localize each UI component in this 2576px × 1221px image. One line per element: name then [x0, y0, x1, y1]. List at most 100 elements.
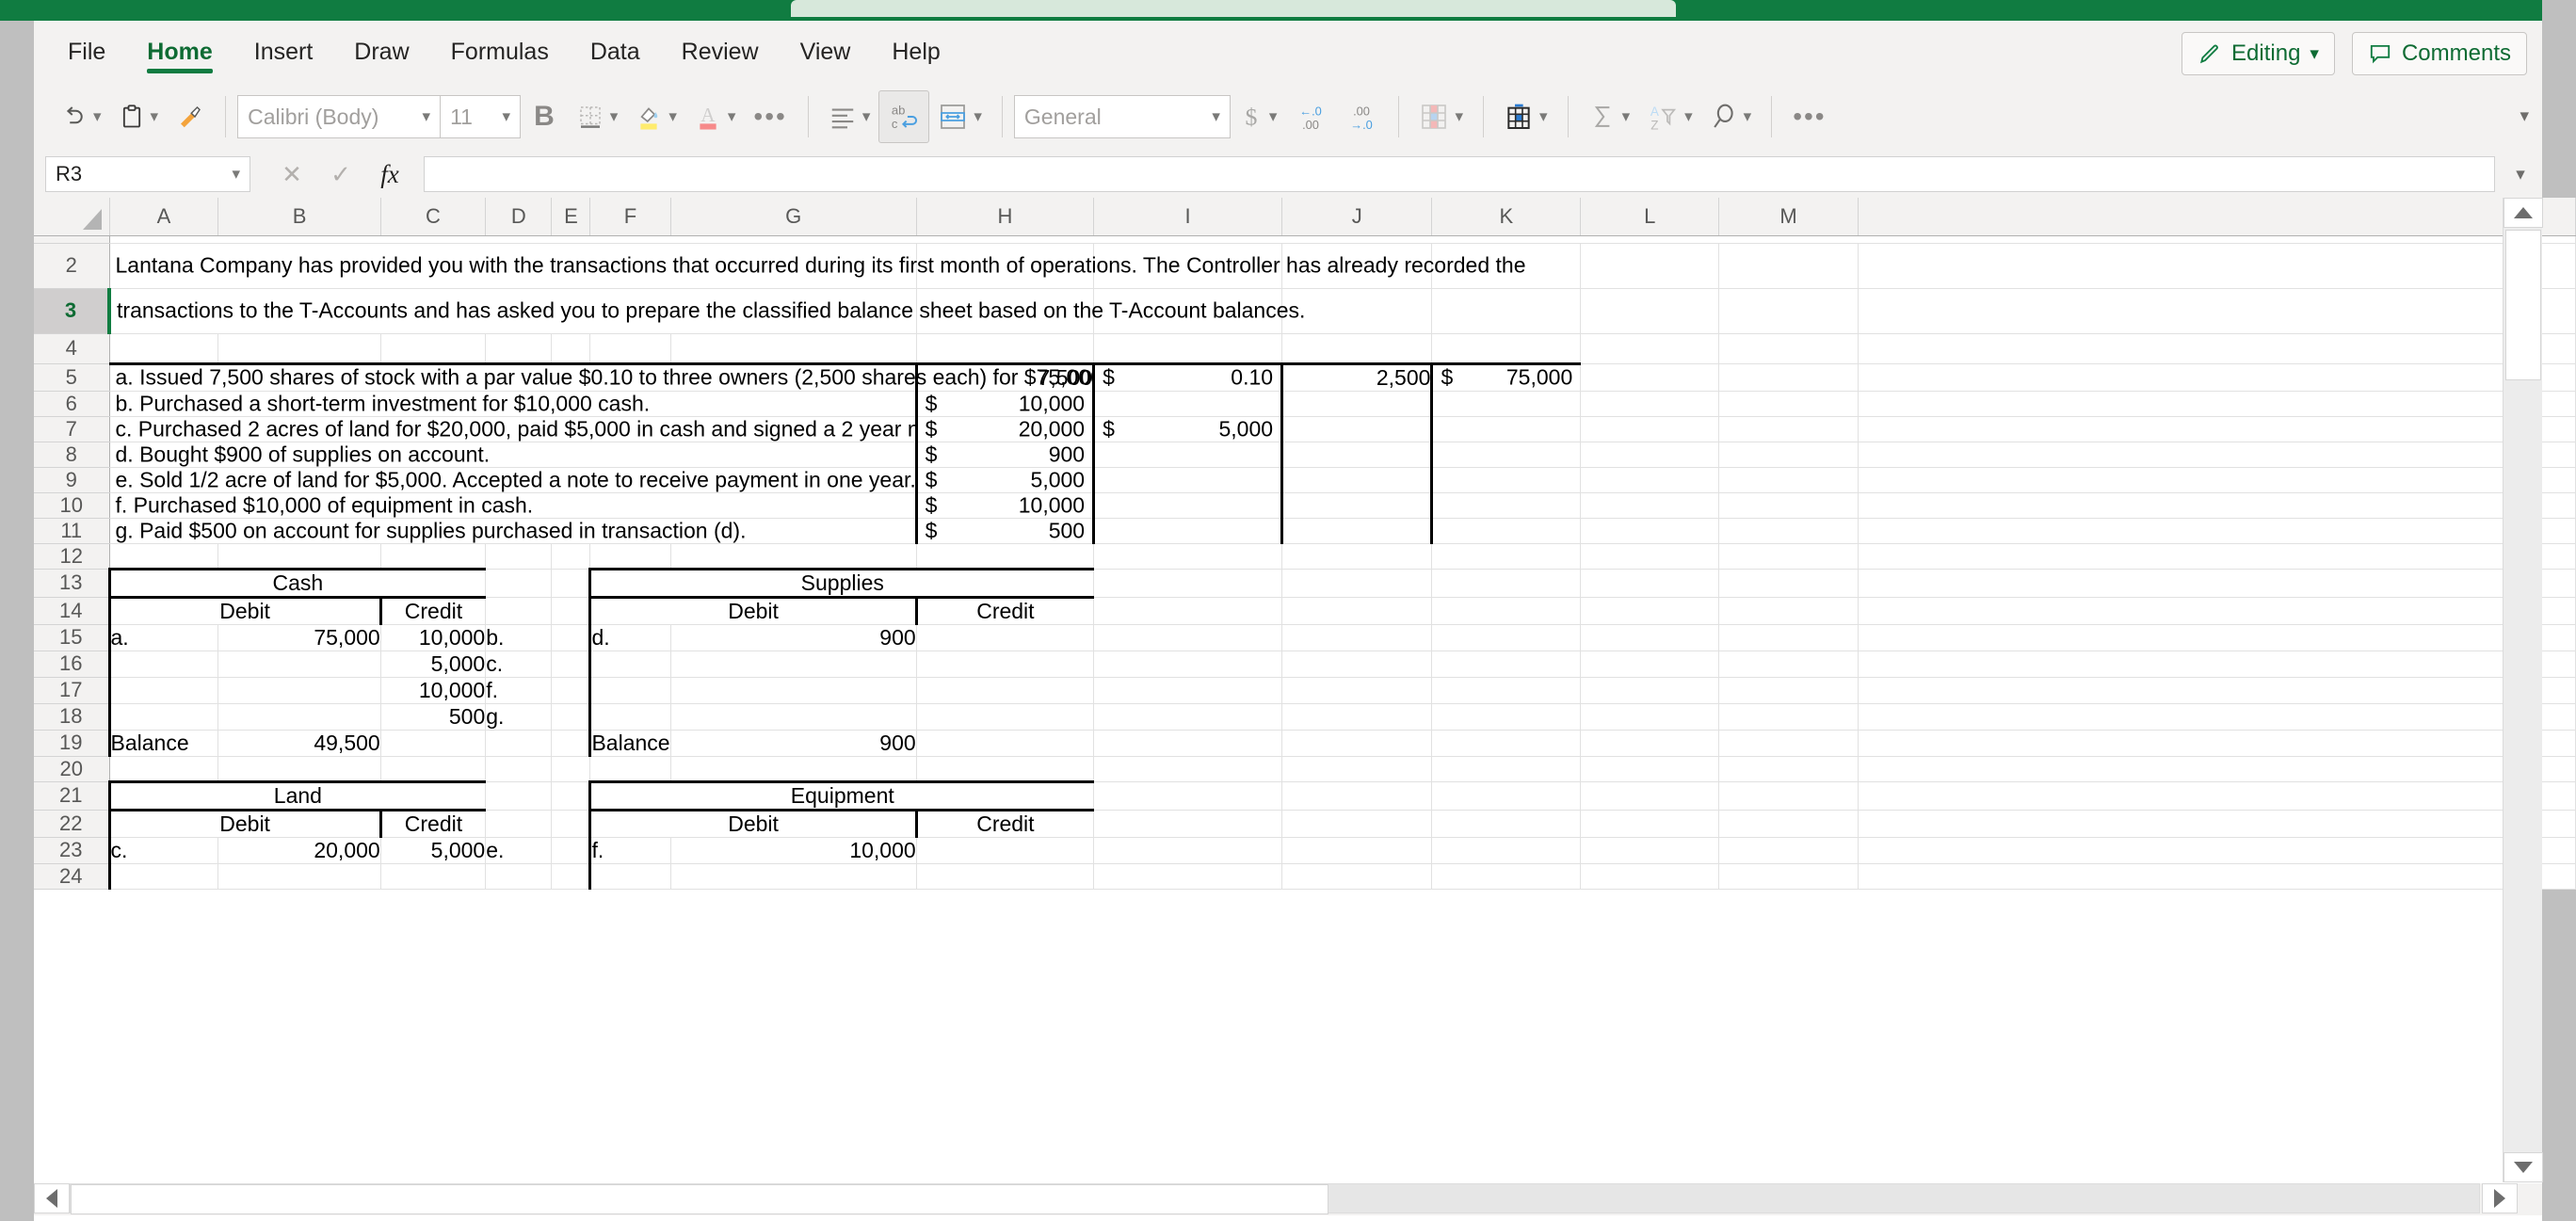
column-header-d[interactable]: D — [486, 198, 552, 235]
cell-m14[interactable] — [1719, 597, 1858, 624]
column-header-h[interactable]: H — [916, 198, 1093, 235]
cell-sup-d-ref-2[interactable] — [590, 651, 670, 677]
column-header-i[interactable]: I — [1094, 198, 1282, 235]
horizontal-scrollbar[interactable] — [34, 1183, 2542, 1215]
cell-sup-c-ref-3[interactable] — [1094, 677, 1282, 703]
cell-cash-balance-debit[interactable]: 49,500 — [218, 730, 380, 756]
cell-c20[interactable] — [380, 756, 486, 781]
cell-cash-d-ref-3[interactable] — [109, 677, 218, 703]
row-header-7[interactable]: 7 — [34, 416, 109, 442]
cell-l13[interactable] — [1581, 569, 1719, 597]
cell-k12[interactable] — [1432, 543, 1581, 569]
row-header-2[interactable]: 2 — [34, 243, 109, 288]
cell-l19[interactable] — [1581, 730, 1719, 756]
cell-sup-c-val-4[interactable] — [916, 703, 1093, 730]
cell-h12[interactable] — [916, 543, 1093, 569]
cell-a10[interactable]: f. Purchased $10,000 of equipment in cas… — [109, 492, 916, 518]
cell-j21[interactable] — [1282, 781, 1432, 810]
cell-m15[interactable] — [1719, 624, 1858, 651]
cell-m19[interactable] — [1719, 730, 1858, 756]
cell-e21[interactable] — [552, 781, 590, 810]
cell-i8[interactable] — [1094, 442, 1282, 467]
cell-k5[interactable]: $ 75,000 — [1432, 363, 1581, 391]
cell-land-credit-header[interactable]: Credit — [380, 810, 486, 837]
cell-j15[interactable] — [1282, 624, 1432, 651]
cell-m21[interactable] — [1719, 781, 1858, 810]
cell-j12[interactable] — [1282, 543, 1432, 569]
confirm-icon[interactable]: ✓ — [316, 156, 365, 192]
decrease-decimal-button[interactable]: .00 →.0 — [1336, 90, 1387, 143]
cell-sup-balance-spacer[interactable] — [1094, 730, 1282, 756]
cell-eq-c-val-1[interactable] — [916, 837, 1093, 863]
vertical-scrollbar[interactable] — [2503, 198, 2542, 1182]
cell-j10[interactable] — [1282, 492, 1432, 518]
tab-home[interactable]: Home — [126, 21, 233, 83]
cell-k11[interactable] — [1432, 518, 1581, 543]
column-header-m[interactable]: M — [1719, 198, 1858, 235]
cell-e20[interactable] — [552, 756, 590, 781]
cell-sup-d-val-3[interactable] — [670, 677, 916, 703]
expand-formula-bar-button[interactable]: ▾ — [2499, 156, 2542, 192]
cell-i13[interactable] — [1094, 569, 1282, 597]
cell-e16[interactable] — [552, 651, 590, 677]
cell-j17[interactable] — [1282, 677, 1432, 703]
cell-j5[interactable]: 2,500 — [1282, 363, 1432, 391]
cell-supplies-credit-header[interactable]: Credit — [916, 597, 1093, 624]
row-header-4[interactable]: 4 — [34, 333, 109, 363]
cell-h8[interactable]: $ 900 — [916, 442, 1093, 467]
cell-c4[interactable] — [380, 333, 486, 363]
cell-sup-d-ref-4[interactable] — [590, 703, 670, 730]
cell-cash-d-val-3[interactable] — [218, 677, 380, 703]
cell-cash-d-val-1[interactable]: 75,000 — [218, 624, 380, 651]
cell-m8[interactable] — [1719, 442, 1858, 467]
cell-l6[interactable] — [1581, 391, 1719, 416]
cell-h11[interactable]: $ 500 — [916, 518, 1093, 543]
tab-help[interactable]: Help — [871, 21, 960, 83]
cell-eq-d-ref-2[interactable] — [590, 863, 670, 889]
column-header-j[interactable]: J — [1282, 198, 1432, 235]
cell-sup-balance-credit[interactable] — [916, 730, 1093, 756]
row-header-24[interactable]: 24 — [34, 863, 109, 889]
cell-eq-c-ref-2[interactable] — [1094, 863, 1282, 889]
cell-l4[interactable] — [1581, 333, 1719, 363]
scroll-down-button[interactable] — [2504, 1152, 2543, 1182]
row-header-15[interactable]: 15 — [34, 624, 109, 651]
font-color-button[interactable]: A ▾ — [685, 90, 745, 143]
font-name-select[interactable]: Calibri (Body) ▾ — [237, 95, 440, 138]
cell-k7[interactable] — [1432, 416, 1581, 442]
scroll-left-button[interactable] — [34, 1183, 70, 1213]
cell-j18[interactable] — [1282, 703, 1432, 730]
cell-a4[interactable] — [109, 333, 218, 363]
cell-m10[interactable] — [1719, 492, 1858, 518]
borders-button[interactable]: ▾ — [568, 90, 627, 143]
cell-a8[interactable]: d. Bought $900 of supplies on account. — [109, 442, 916, 467]
cell-e12[interactable] — [552, 543, 590, 569]
cell-equipment-credit-header[interactable]: Credit — [916, 810, 1093, 837]
cell-k15[interactable] — [1432, 624, 1581, 651]
number-format-select[interactable]: General ▾ — [1014, 95, 1231, 138]
cell-a5[interactable]: a. Issued 7,500 shares of stock with a p… — [109, 363, 916, 391]
cell-j23[interactable] — [1282, 837, 1432, 863]
cell-j24[interactable] — [1282, 863, 1432, 889]
cell-k8[interactable] — [1432, 442, 1581, 467]
editing-button[interactable]: Editing ▾ — [2182, 32, 2335, 75]
cell-k20[interactable] — [1432, 756, 1581, 781]
row-header-22[interactable]: 22 — [34, 810, 109, 837]
row-header-10[interactable]: 10 — [34, 492, 109, 518]
cell-d14[interactable] — [486, 597, 552, 624]
row-header-21[interactable]: 21 — [34, 781, 109, 810]
cell-k17[interactable] — [1432, 677, 1581, 703]
cell-i7[interactable]: $ 5,000 — [1094, 416, 1282, 442]
column-header-e[interactable]: E — [552, 198, 590, 235]
cell-sup-c-ref-2[interactable] — [1094, 651, 1282, 677]
cell-l3[interactable] — [1581, 288, 1719, 333]
cell-eq-d-val-2[interactable] — [670, 863, 916, 889]
cell-h20[interactable] — [916, 756, 1093, 781]
cell-m11[interactable] — [1719, 518, 1858, 543]
cell-d4[interactable] — [486, 333, 552, 363]
cell-g4[interactable] — [670, 333, 916, 363]
cell-l17[interactable] — [1581, 677, 1719, 703]
cancel-icon[interactable]: ✕ — [267, 156, 316, 192]
undo-button[interactable]: ▾ — [51, 90, 110, 143]
row-header-8[interactable]: 8 — [34, 442, 109, 467]
